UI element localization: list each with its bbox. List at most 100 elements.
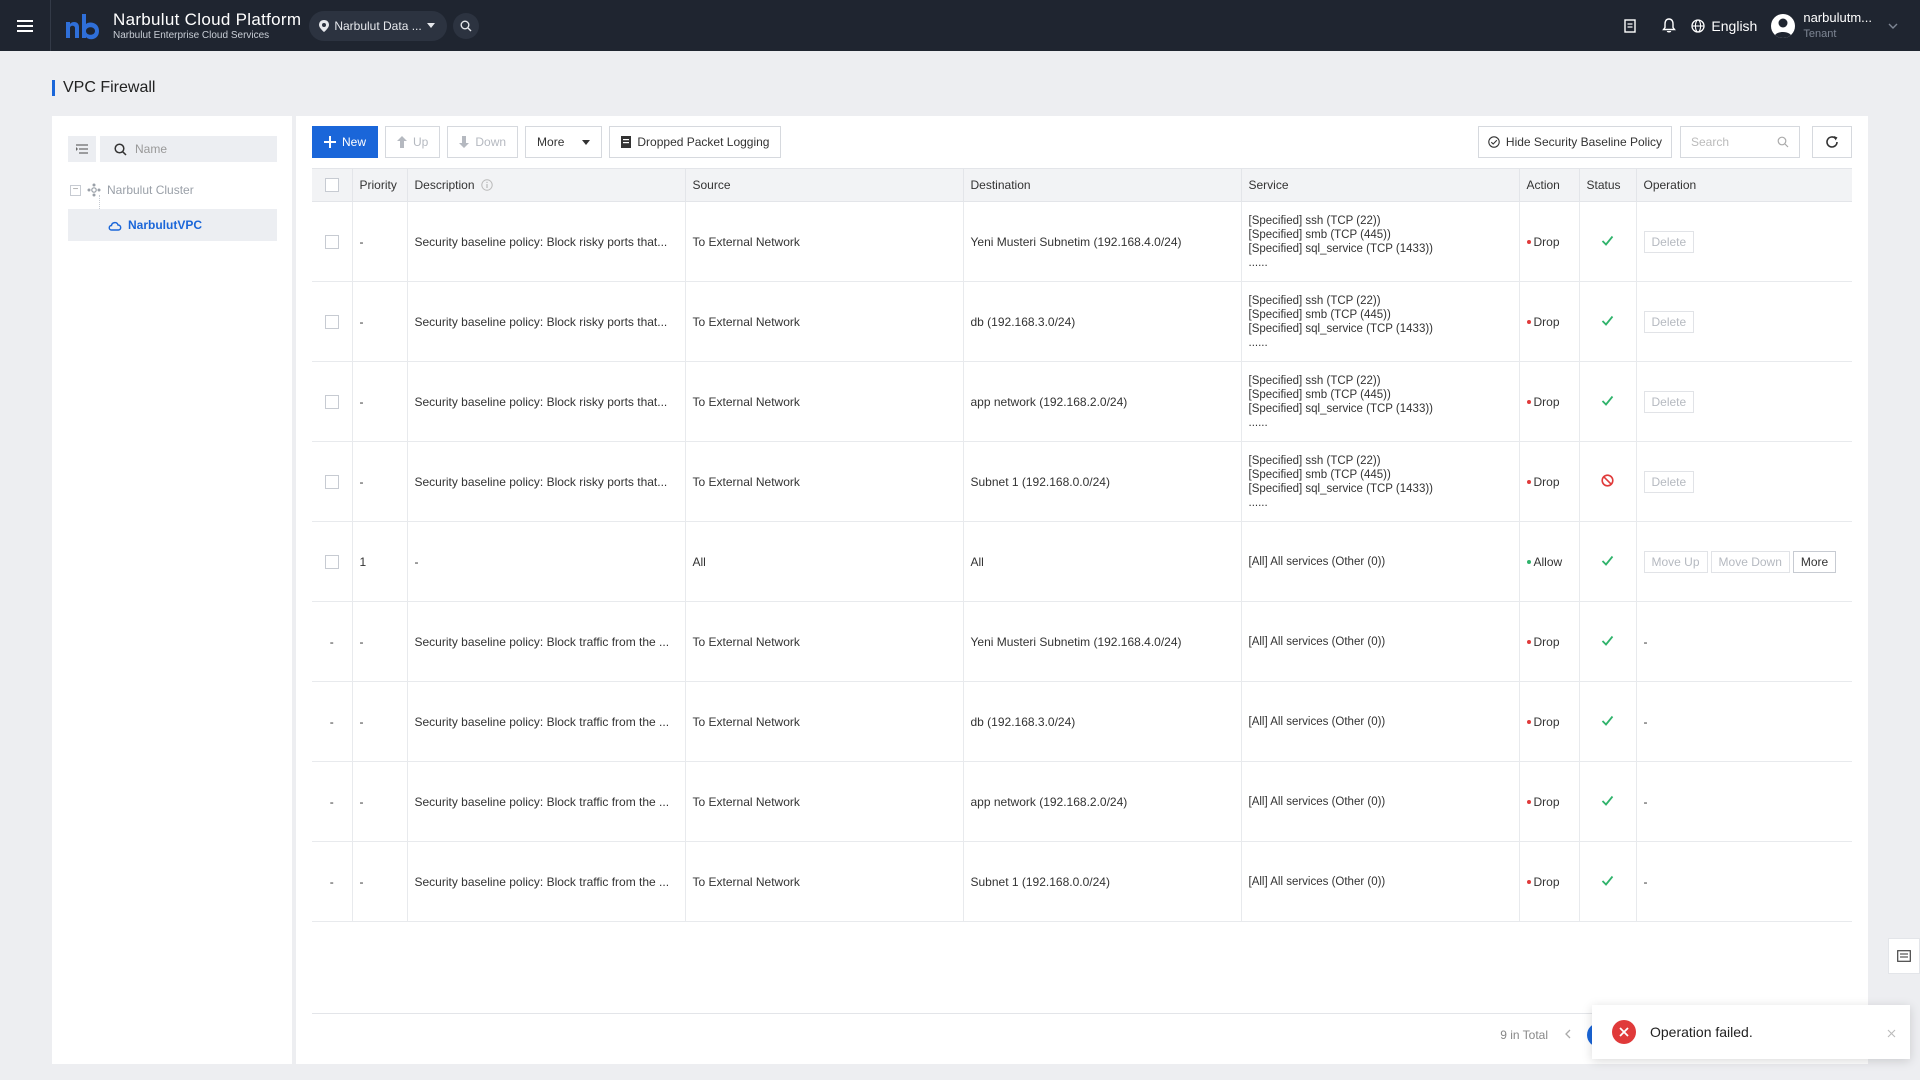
select-all-checkbox[interactable] (324, 178, 339, 193)
operation-cell: - (1636, 761, 1852, 842)
col-priority: Priority (352, 168, 408, 202)
tree-search-input[interactable]: Name (100, 136, 277, 162)
action-cell: Drop (1519, 281, 1580, 362)
action-cell: Allow (1519, 521, 1580, 602)
col-status: Status (1579, 168, 1637, 202)
vpc-tree-panel: Name − Narbulut Cluster NarbulutVPC (52, 116, 292, 1064)
status-cell (1579, 281, 1637, 362)
service-cell: [Specified] ssh (TCP (22)) [Specified] sm… (1241, 281, 1520, 362)
toolbar-right: Hide Security Baseline Policy Search (1477, 126, 1800, 158)
action-cell: Drop (1519, 841, 1580, 922)
action-badge: Drop (1526, 474, 1572, 489)
service-line: [Specified] sql_service (TCP (1433)) (1248, 482, 1434, 495)
service-line: [Specified] sql_service (TCP (1433)) (1248, 402, 1434, 415)
row-select-cell (312, 361, 353, 442)
region-selector[interactable]: Narbulut Data ... (309, 10, 447, 41)
tree-node-cluster[interactable]: − Narbulut Cluster (66, 179, 278, 201)
tree-node-vpc[interactable]: NarbulutVPC (68, 209, 277, 241)
global-search-icon[interactable] (452, 12, 479, 39)
service-line: ...... (1248, 416, 1268, 429)
row-select-placeholder: - (329, 634, 334, 649)
bell-icon[interactable] (1649, 0, 1688, 51)
dropped-packet-logging-button[interactable]: Dropped Packet Logging (609, 126, 782, 158)
action-cell: Drop (1519, 681, 1580, 762)
check-icon (1601, 395, 1614, 406)
service-line: [Specified] ssh (TCP (22)) (1248, 454, 1381, 467)
delete-button[interactable]: Delete (1643, 390, 1695, 413)
delete-button[interactable]: Delete (1643, 470, 1695, 493)
table-header-row: Priority Description Source Destination … (312, 168, 1852, 202)
service-line: [All] All services (Other (0)) (1248, 795, 1386, 808)
col-source: Source (685, 168, 964, 202)
operation-cell: - (1636, 681, 1852, 762)
row-checkbox[interactable] (324, 234, 339, 249)
row-checkbox[interactable] (324, 474, 339, 489)
collapse-icon[interactable]: − (70, 184, 81, 196)
service-line: ...... (1248, 496, 1268, 509)
action-dot (1526, 239, 1531, 244)
action-badge: Drop (1526, 395, 1572, 409)
delete-button[interactable]: Delete (1643, 230, 1695, 253)
action-label: Drop (1533, 474, 1560, 489)
operation-cell: - (1636, 601, 1852, 682)
col-action: Action (1519, 168, 1580, 202)
priority-cell: 1 (352, 521, 408, 602)
new-button[interactable]: New (312, 126, 379, 158)
refresh-icon (1826, 136, 1838, 148)
source-cell: To External Network (685, 361, 964, 442)
status-cell (1579, 681, 1637, 762)
tree-collapse-icon[interactable] (68, 136, 96, 162)
up-button[interactable]: Up (385, 126, 441, 158)
action-label: Drop (1533, 714, 1560, 729)
side-panel-toggle-icon[interactable] (1888, 938, 1920, 974)
toast-message: Operation failed. (1650, 1024, 1753, 1040)
search-input[interactable]: Search (1680, 126, 1800, 158)
user-name: narbulutm... (1803, 9, 1872, 25)
table-row: 1- All All [All] All services (Other (0)) Al… (312, 521, 1852, 602)
action-label: Drop (1533, 634, 1560, 649)
prev-page-icon[interactable] (1564, 1028, 1571, 1042)
info-icon[interactable] (481, 179, 493, 191)
service-line: [Specified] sql_service (TCP (1433)) (1248, 322, 1434, 335)
close-icon[interactable] (1887, 1027, 1896, 1041)
brand: Narbulut Cloud Platform Narbulut Enterpr… (113, 10, 301, 42)
down-button[interactable]: Down (447, 126, 519, 158)
status-cell (1579, 601, 1637, 682)
action-dot (1526, 799, 1531, 804)
tree-node-vpc-label: NarbulutVPC (128, 218, 203, 232)
language-selector[interactable]: English (1691, 18, 1757, 34)
status-cell (1579, 521, 1637, 602)
destination-cell: Yeni Musteri Subnetim (192.168.4.0/24) (963, 201, 1242, 282)
hamburger-menu-icon[interactable] (0, 0, 51, 51)
move-up-button[interactable]: Move Up (1643, 550, 1708, 573)
operation-cell: Move Up Move Down More (1636, 521, 1852, 602)
refresh-button[interactable] (1812, 126, 1852, 158)
brand-subtitle: Narbulut Enterprise Cloud Services (113, 29, 270, 41)
row-select-placeholder: - (329, 874, 334, 889)
table-row: - - Security baseline policy: Block traffi… (312, 681, 1852, 762)
search-icon (1777, 136, 1789, 148)
row-checkbox[interactable] (324, 394, 339, 409)
document-icon[interactable] (1610, 0, 1649, 51)
row-checkbox[interactable] (324, 314, 339, 329)
hide-baseline-button[interactable]: Hide Security Baseline Policy (1477, 126, 1672, 158)
check-circle-icon (1488, 136, 1500, 148)
row-more-button[interactable]: More (1792, 550, 1837, 573)
more-dropdown[interactable]: More (525, 126, 603, 158)
service-cell: [Specified] ssh (TCP (22)) [Specified] sm… (1241, 201, 1520, 282)
user-menu[interactable]: narbulutm... Tenant (1771, 10, 1898, 42)
destination-cell: app network (192.168.2.0/24) (963, 761, 1242, 842)
delete-button[interactable]: Delete (1643, 310, 1695, 333)
action-label: Drop (1533, 234, 1560, 249)
service-line: [Specified] smb (TCP (445)) (1248, 388, 1391, 401)
total-count: 9 in Total (1500, 1028, 1548, 1042)
service-line: ...... (1248, 256, 1268, 269)
source-cell: To External Network (685, 601, 964, 682)
action-dot (1526, 559, 1531, 564)
row-checkbox[interactable] (324, 554, 339, 569)
down-button-label: Down (475, 135, 507, 149)
check-icon (1601, 555, 1614, 566)
move-down-button[interactable]: Move Down (1710, 550, 1790, 573)
action-dot (1526, 879, 1531, 884)
no-operation: - (1643, 874, 1648, 889)
